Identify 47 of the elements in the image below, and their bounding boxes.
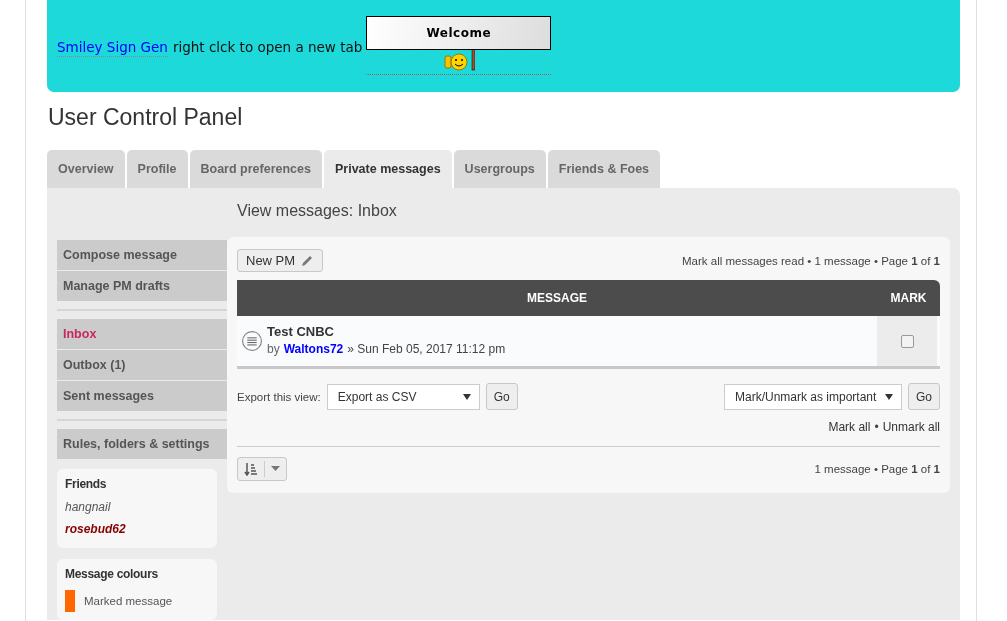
tab[interactable]: Overview: [47, 150, 125, 188]
caret-icon: [271, 466, 280, 472]
banner-text: right clck to open a new tab: [172, 39, 363, 56]
go-button[interactable]: Go: [485, 383, 518, 410]
sidebar-item[interactable]: Compose message: [57, 240, 227, 270]
sort-button[interactable]: [237, 457, 287, 481]
byline-text: by: [267, 342, 280, 356]
section-heading: View messages: Inbox: [237, 201, 398, 220]
new-pm-button[interactable]: New PM: [237, 249, 324, 272]
sidebar-item[interactable]: Sent messages: [57, 381, 227, 411]
friend-link[interactable]: hangnail: [65, 496, 209, 518]
mark-checkbox[interactable]: [900, 334, 914, 348]
column-header: MESSAGE: [526, 291, 588, 305]
go-button[interactable]: Go: [908, 383, 940, 410]
tab[interactable]: Private messages: [323, 150, 452, 188]
tab[interactable]: Usergroups: [453, 150, 546, 188]
sign-board: Welcome: [366, 16, 552, 50]
sort-icon: [244, 462, 258, 476]
export-label: Export this view:: [237, 390, 321, 403]
pagination-text: 1 message • Page 1 of 1: [814, 463, 940, 475]
friend-link[interactable]: rosebud62: [65, 518, 209, 540]
export-dropdown[interactable]: Export as CSV: [326, 383, 480, 410]
pagination-text: Mark all messages read • 1 message • Page 1 of 1: [682, 254, 940, 267]
colour-label: Marked message: [84, 595, 173, 607]
author-link[interactable]: Waltons72: [283, 342, 344, 356]
tab[interactable]: Profile: [126, 150, 188, 188]
date-text: » Sun Feb 05, 2017 11:12 pm: [347, 342, 506, 356]
sidebar-item[interactable]: Rules, folders & settings: [57, 429, 227, 459]
panel-heading: Message colours: [65, 567, 159, 581]
message-subject-link[interactable]: Test CNBC: [267, 324, 867, 339]
separator-text: •: [874, 420, 879, 434]
caret-icon: [885, 393, 893, 400]
mark-all-link[interactable]: Mark all: [828, 420, 871, 434]
pencil-icon: [301, 254, 315, 267]
caret-icon: [462, 393, 471, 400]
tab[interactable]: Friends & Foes: [547, 150, 661, 188]
page-title: User Control Panel: [48, 103, 244, 131]
tab[interactable]: Board preferences: [189, 150, 322, 188]
panel-heading: Friends: [65, 477, 108, 491]
column-header: MARK: [889, 291, 928, 305]
banner-link[interactable]: Smiley Sign Gen: [57, 39, 168, 57]
smiley-icon: [442, 50, 475, 72]
unmark-all-link[interactable]: Unmark all: [882, 420, 940, 434]
action-dropdown[interactable]: Mark/Unmark as important: [724, 383, 902, 410]
sidebar-item[interactable]: Outbox (1): [57, 350, 227, 380]
sidebar-item[interactable]: Manage PM drafts: [57, 271, 227, 301]
message-icon: [241, 330, 263, 352]
